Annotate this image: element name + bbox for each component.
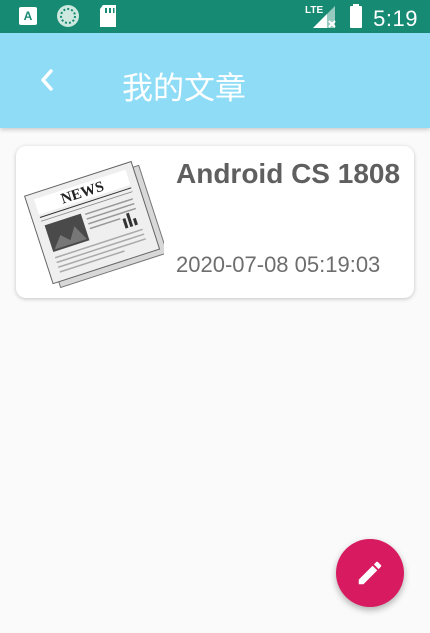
write-article-button[interactable] (336, 539, 404, 607)
sync-icon (56, 4, 80, 33)
status-right: LTE 5:19 (305, 2, 418, 35)
back-button[interactable] (30, 63, 64, 97)
sd-card-icon (98, 4, 118, 33)
article-date: 2020-07-08 05:19:03 (176, 252, 381, 277)
page-title: 我的文章 (122, 71, 246, 107)
battery-icon (349, 3, 363, 34)
status-left: A (18, 4, 118, 33)
a-notification-icon: A (18, 6, 38, 31)
status-bar: A LTE 5:19 (0, 0, 430, 33)
clock: 5:19 (373, 5, 418, 31)
app-bar: 我的文章 (0, 33, 430, 128)
article-card[interactable]: NEWS Android CS 1808 2020-07-08 05:19:03 (16, 146, 414, 298)
article-title: Android CS 1808 (176, 158, 401, 189)
svg-text:A: A (24, 9, 33, 23)
pencil-icon (358, 561, 382, 585)
newspaper-icon: NEWS (23, 152, 168, 292)
signal-icon: LTE (305, 2, 339, 35)
chevron-left-icon (41, 69, 53, 91)
network-label: LTE (305, 5, 323, 16)
